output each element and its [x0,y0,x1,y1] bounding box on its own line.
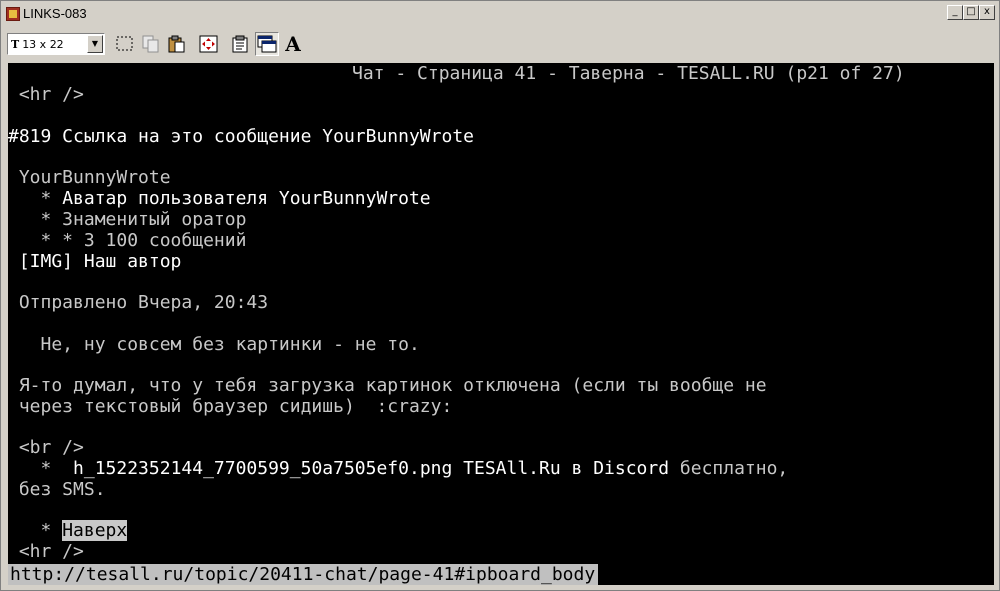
properties-icon [232,35,248,53]
list-item: * Наверх [8,520,128,541]
post-heading-text[interactable]: #819 Ссылка на это сообщение YourBunnyWr… [8,126,474,147]
select-rect-button[interactable] [113,32,137,56]
close-button[interactable]: x [979,5,995,20]
truetype-font-icon: T [11,37,20,51]
message-text: через текстовый браузер сидишь) :crazy: [8,396,453,417]
window-icon [257,35,277,53]
copy-button[interactable] [139,32,163,56]
back-to-top-link[interactable]: Наверх [62,520,128,541]
paste-icon [168,35,185,53]
font-icon: A [285,32,301,56]
list-item: * h_1522352144_7700599_50a7505ef0.png TE… [8,458,789,479]
post-date: Отправлено Вчера, 20:43 [8,292,269,313]
app-icon[interactable] [6,6,20,21]
toolbar: T 13 x 22 ▼ A [3,27,997,61]
discord-link[interactable]: h_1522352144_7700599_50a7505ef0.png TESA… [73,458,669,479]
link-suffix: бесплатно, [669,458,789,479]
hr-tag-text: <hr /> [8,541,84,562]
window-controls: _ □ x [947,5,995,20]
message-text: Я-то думал, что у тебя загрузка картинок… [8,375,767,396]
font-button[interactable]: A [281,32,305,56]
author-image-line[interactable]: [IMG] Наш автор [8,251,182,272]
list-item: * * 3 100 сообщений [8,230,247,251]
window-options-button[interactable] [255,32,279,56]
status-bar-url: http://tesall.ru/topic/20411-chat/page-4… [8,564,599,585]
font-size-select[interactable]: T 13 x 22 ▼ [7,33,105,55]
copy-icon [142,35,159,53]
paste-button[interactable] [165,32,189,56]
maximize-button[interactable]: □ [963,5,979,20]
select-rect-icon [116,36,133,51]
title-bar[interactable]: LINKS-083 _ □ x [3,3,997,24]
minimize-button[interactable]: _ [947,5,963,20]
fit-icon [199,35,218,53]
list-item: * Знаменитый оратор [8,209,247,230]
fit-window-button[interactable] [197,32,221,56]
post-heading: #819 Ссылка на это сообщение YourBunnyWr… [8,126,474,147]
font-size-value: 13 x 22 [22,37,64,51]
page-header: Чат - Страница 41 - Таверна - TESALL.RU … [352,63,905,84]
post-author: YourBunnyWrote [8,167,171,188]
chevron-down-icon[interactable]: ▼ [87,35,103,53]
window-title: LINKS-083 [23,6,87,21]
properties-button[interactable] [229,32,253,56]
bullet-marker: * [8,188,63,209]
hr-tag-text: <hr /> [8,84,84,105]
bullet-marker: * [8,458,74,479]
list-item: * Аватар пользователя YourBunnyWrote [8,188,431,209]
br-tag-text: <br /> [8,437,84,458]
avatar-link[interactable]: Аватар пользователя YourBunnyWrote [62,188,430,209]
message-text: без SMS. [8,479,106,500]
app-window: LINKS-083 _ □ x T 13 x 22 ▼ A Чат - Стра… [0,0,1000,591]
terminal-view[interactable]: Чат - Страница 41 - Таверна - TESALL.RU … [8,63,994,585]
message-text: Не, ну совсем без картинки - не то. [8,334,420,355]
bullet-marker: * [8,520,63,541]
